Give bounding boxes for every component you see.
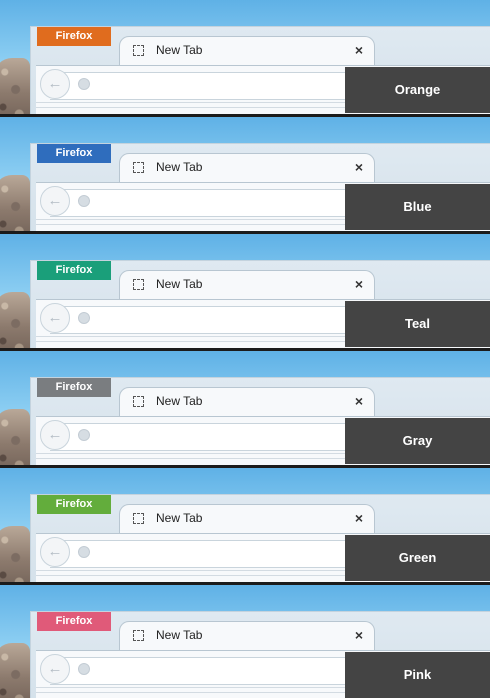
tab-title: New Tab	[156, 394, 203, 408]
back-arrow-icon[interactable]: ←	[40, 69, 70, 99]
wallpaper-rock	[0, 409, 30, 468]
url-bar[interactable]	[50, 657, 391, 685]
firefox-badge[interactable]: Firefox	[37, 261, 111, 280]
new-tab-icon	[133, 279, 144, 290]
wallpaper-rock	[0, 292, 30, 351]
url-bar[interactable]	[50, 423, 391, 451]
globe-icon	[78, 312, 90, 324]
tab-new-tab[interactable]: New Tab ×	[119, 36, 375, 67]
firefox-badge[interactable]: Firefox	[37, 27, 111, 46]
globe-icon	[78, 429, 90, 441]
new-tab-icon	[133, 513, 144, 524]
tab-new-tab[interactable]: New Tab ×	[119, 270, 375, 301]
tab-new-tab[interactable]: New Tab ×	[119, 387, 375, 418]
globe-icon	[78, 78, 90, 90]
new-tab-icon	[133, 162, 144, 173]
wallpaper-rock	[0, 526, 30, 585]
theme-color-label: Blue	[345, 184, 490, 230]
wallpaper-rock	[0, 643, 30, 698]
close-icon[interactable]: ×	[355, 627, 363, 643]
firefox-badge[interactable]: Firefox	[37, 495, 111, 514]
tab-new-tab[interactable]: New Tab ×	[119, 153, 375, 184]
back-arrow-icon[interactable]: ←	[40, 420, 70, 450]
close-icon[interactable]: ×	[355, 42, 363, 58]
close-icon[interactable]: ×	[355, 393, 363, 409]
tab-new-tab[interactable]: New Tab ×	[119, 621, 375, 652]
firefox-badge[interactable]: Firefox	[37, 144, 111, 163]
url-bar[interactable]	[50, 189, 391, 217]
url-bar[interactable]	[50, 540, 391, 568]
back-arrow-icon[interactable]: ←	[40, 186, 70, 216]
theme-strip: Firefox New Tab × ← Gray	[0, 351, 490, 468]
close-icon[interactable]: ×	[355, 159, 363, 175]
tab-new-tab[interactable]: New Tab ×	[119, 504, 375, 535]
theme-strip: Firefox New Tab × ← Teal	[0, 234, 490, 351]
tab-title: New Tab	[156, 628, 203, 642]
firefox-badge[interactable]: Firefox	[37, 612, 111, 631]
theme-color-label: Gray	[345, 418, 490, 464]
globe-icon	[78, 546, 90, 558]
theme-color-label: Green	[345, 535, 490, 581]
theme-color-label: Orange	[345, 67, 490, 113]
theme-color-label: Teal	[345, 301, 490, 347]
firefox-badge[interactable]: Firefox	[37, 378, 111, 397]
theme-gallery: Firefox New Tab × ← Orange Firefox New T…	[0, 0, 490, 698]
url-bar[interactable]	[50, 72, 391, 100]
tab-title: New Tab	[156, 277, 203, 291]
wallpaper-rock	[0, 175, 30, 234]
close-icon[interactable]: ×	[355, 510, 363, 526]
theme-strip: Firefox New Tab × ← Orange	[0, 0, 490, 117]
tab-title: New Tab	[156, 511, 203, 525]
globe-icon	[78, 195, 90, 207]
url-bar[interactable]	[50, 306, 391, 334]
theme-strip: Firefox New Tab × ← Blue	[0, 117, 490, 234]
new-tab-icon	[133, 396, 144, 407]
tab-title: New Tab	[156, 160, 203, 174]
theme-color-label: Pink	[345, 652, 490, 698]
new-tab-icon	[133, 630, 144, 641]
globe-icon	[78, 663, 90, 675]
theme-strip: Firefox New Tab × ← Green	[0, 468, 490, 585]
tab-title: New Tab	[156, 43, 203, 57]
new-tab-icon	[133, 45, 144, 56]
back-arrow-icon[interactable]: ←	[40, 654, 70, 684]
theme-strip: Firefox New Tab × ← Pink	[0, 585, 490, 698]
back-arrow-icon[interactable]: ←	[40, 537, 70, 567]
back-arrow-icon[interactable]: ←	[40, 303, 70, 333]
close-icon[interactable]: ×	[355, 276, 363, 292]
wallpaper-rock	[0, 58, 30, 117]
